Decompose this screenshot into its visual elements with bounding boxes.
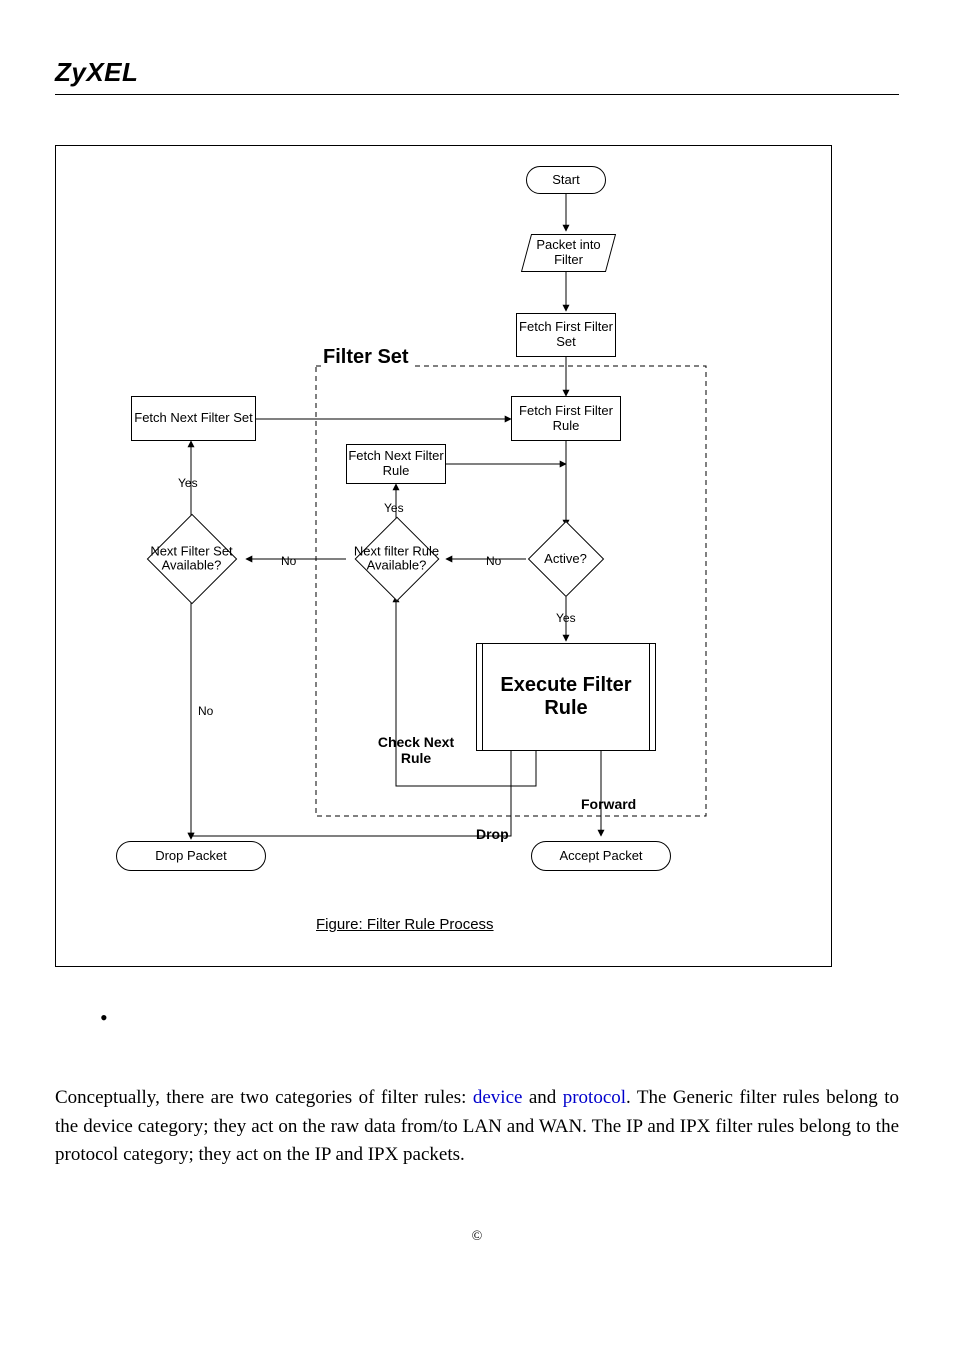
node-packet-into-filter-label: Packet into Filter xyxy=(527,238,610,268)
label-forward: Forward xyxy=(581,796,636,812)
label-yes-3: Yes xyxy=(556,611,576,625)
label-yes-1: Yes xyxy=(178,476,198,490)
link-device[interactable]: device xyxy=(473,1087,523,1108)
node-packet-into-filter: Packet into Filter xyxy=(521,234,616,272)
filter-set-title: Filter Set xyxy=(321,346,411,369)
node-fetch-first-set: Fetch First Filter Set xyxy=(516,313,616,357)
copyright: © xyxy=(0,1229,954,1245)
link-protocol[interactable]: protocol xyxy=(563,1087,626,1108)
node-active: Active? xyxy=(518,524,613,594)
label-no-1: No xyxy=(281,554,296,568)
label-no-3: No xyxy=(198,704,213,718)
flowchart: Start Packet into Filter Fetch First Fil… xyxy=(55,145,832,967)
body-paragraph: Conceptually, there are two categories o… xyxy=(55,1084,899,1170)
node-start: Start xyxy=(526,166,606,194)
label-no-2: No xyxy=(486,554,501,568)
label-yes-2: Yes xyxy=(384,501,404,515)
node-drop-packet: Drop Packet xyxy=(116,841,266,871)
brand-logo: ZyXEL xyxy=(55,57,899,88)
body-mid: and xyxy=(522,1087,562,1108)
node-next-set-available: Next Filter Set Available? xyxy=(134,521,249,596)
node-fetch-first-rule: Fetch First Filter Rule xyxy=(511,396,621,441)
body-pre: Conceptually, there are two categories o… xyxy=(55,1087,473,1108)
label-check-next-rule: Check Next Rule xyxy=(376,734,456,766)
label-drop: Drop xyxy=(476,826,509,842)
node-execute-filter-rule: Execute Filter Rule xyxy=(476,643,656,751)
node-fetch-next-rule: Fetch Next Filter Rule xyxy=(346,444,446,484)
node-next-rule-available-label: Next filter Rule Available? xyxy=(344,544,449,573)
node-accept-packet: Accept Packet xyxy=(531,841,671,871)
node-next-set-available-label: Next Filter Set Available? xyxy=(134,544,249,573)
node-next-rule-available: Next filter Rule Available? xyxy=(344,521,449,596)
node-active-label: Active? xyxy=(518,552,613,566)
bullet: • xyxy=(100,1007,899,1029)
divider xyxy=(55,94,899,95)
figure-caption: Figure: Filter Rule Process xyxy=(316,916,494,933)
node-fetch-next-set: Fetch Next Filter Set xyxy=(131,396,256,441)
